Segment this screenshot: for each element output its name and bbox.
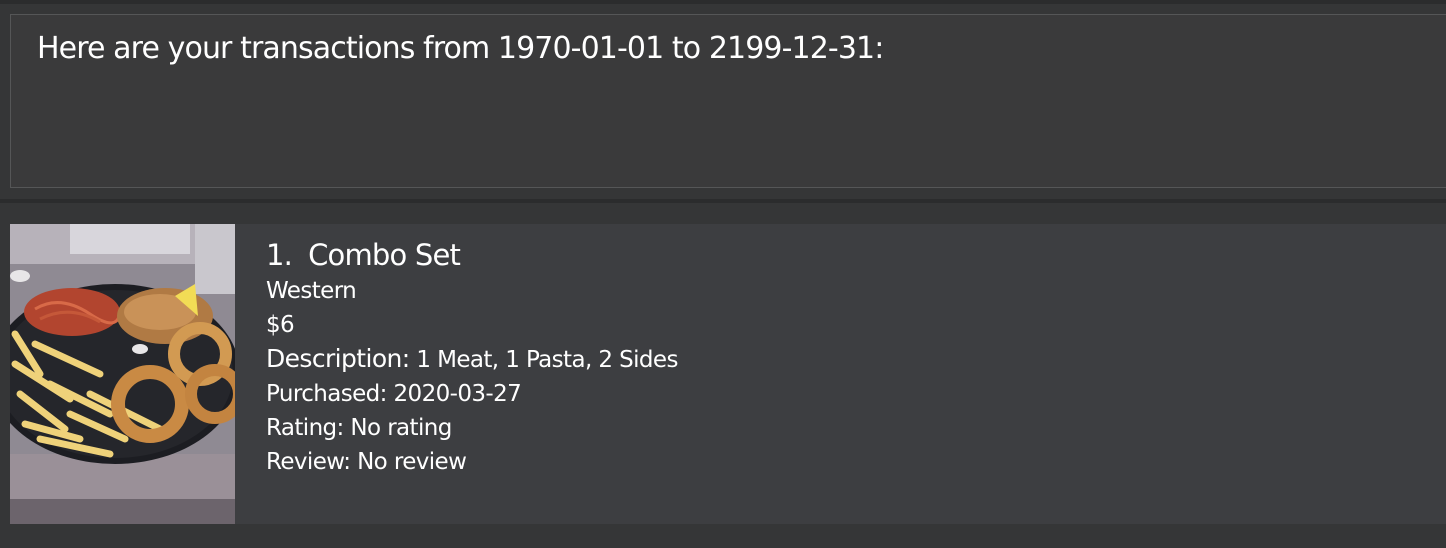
description-label: Description: bbox=[266, 344, 410, 373]
transaction-purchased: Purchased: 2020-03-27 bbox=[266, 381, 522, 407]
transaction-category: Western bbox=[266, 278, 357, 304]
transaction-name: Combo Set bbox=[308, 238, 461, 272]
food-photo bbox=[10, 224, 235, 524]
result-message: Here are your transactions from 1970-01-… bbox=[37, 31, 884, 66]
transaction-price: $6 bbox=[266, 312, 295, 338]
transaction-card[interactable]: 1. Combo Set Western $6 Description: 1 Me… bbox=[10, 224, 1446, 524]
top-border bbox=[0, 0, 1446, 4]
transaction-rating: Rating: No rating bbox=[266, 415, 452, 441]
split-divider[interactable] bbox=[0, 199, 1446, 203]
transaction-index: 1. bbox=[266, 238, 293, 272]
transaction-title: 1. Combo Set bbox=[266, 236, 678, 274]
transaction-description: Description: 1 Meat, 1 Pasta, 2 Sides bbox=[266, 342, 678, 377]
result-display: Here are your transactions from 1970-01-… bbox=[10, 14, 1446, 188]
transaction-review: Review: No review bbox=[266, 449, 467, 475]
transaction-details: 1. Combo Set Western $6 Description: 1 Me… bbox=[266, 236, 678, 479]
description-value: 1 Meat, 1 Pasta, 2 Sides bbox=[416, 347, 678, 373]
